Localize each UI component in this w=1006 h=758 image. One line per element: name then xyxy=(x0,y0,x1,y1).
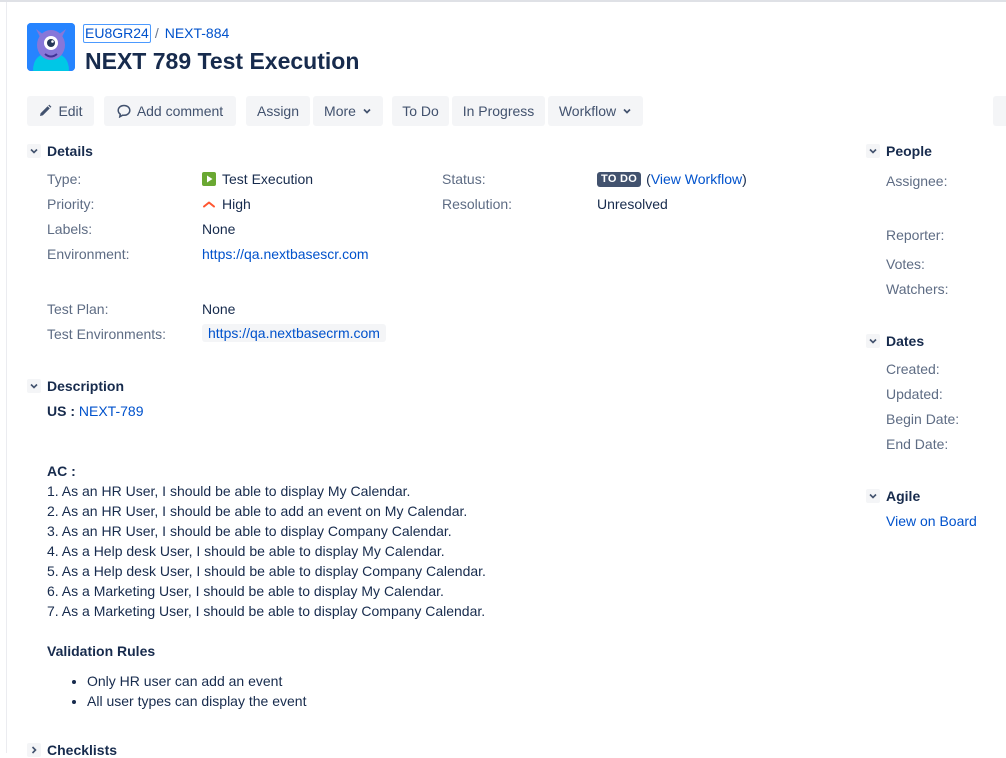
votes-label: Votes: xyxy=(886,256,925,272)
assign-button-label: Assign xyxy=(256,103,300,119)
ac-item: 1. As an HR User, I should be able to di… xyxy=(47,483,411,499)
people-section-header[interactable]: People xyxy=(866,143,932,159)
add-comment-button[interactable]: Add comment xyxy=(104,96,236,126)
validation-rules-heading: Validation Rules xyxy=(47,641,607,661)
assignee-label: Assignee: xyxy=(886,173,948,189)
chevron-down-icon xyxy=(27,144,41,158)
window-left-border xyxy=(6,2,7,753)
dates-section-header[interactable]: Dates xyxy=(866,333,924,349)
view-on-board-link[interactable]: View on Board xyxy=(886,513,977,529)
resolution-label: Resolution: xyxy=(442,196,513,212)
in-progress-button-label: In Progress xyxy=(462,103,535,119)
details-heading: Details xyxy=(47,143,93,159)
type-label: Type: xyxy=(47,171,82,187)
breadcrumb-separator: / xyxy=(154,25,159,41)
watchers-label: Watchers: xyxy=(886,281,949,297)
add-comment-button-label: Add comment xyxy=(136,103,224,119)
pencil-icon xyxy=(38,104,52,118)
reporter-label: Reporter: xyxy=(886,227,945,243)
breadcrumb-project-key[interactable]: EU8GR24 xyxy=(83,23,151,43)
ac-item: 6. As a Marketing User, I should be able… xyxy=(47,583,444,599)
user-story-label: US : xyxy=(47,403,75,419)
agile-section-header[interactable]: Agile xyxy=(866,488,920,504)
resolution-value: Unresolved xyxy=(597,196,668,212)
chevron-down-icon xyxy=(622,106,632,116)
edit-button[interactable]: Edit xyxy=(27,96,94,126)
status-label: Status: xyxy=(442,171,486,187)
agile-heading: Agile xyxy=(886,488,921,504)
to-do-button[interactable]: To Do xyxy=(392,96,449,126)
priority-value-text: High xyxy=(222,196,251,212)
workflow-button-label: Workflow xyxy=(558,103,617,119)
view-workflow-link[interactable]: View Workflow xyxy=(651,171,742,187)
environment-link[interactable]: https://qa.nextbasescr.com xyxy=(202,246,369,262)
user-story-link[interactable]: NEXT-789 xyxy=(79,403,144,419)
to-do-button-label: To Do xyxy=(402,103,439,119)
ac-item: 3. As an HR User, I should be able to di… xyxy=(47,523,452,539)
comment-icon xyxy=(117,104,131,118)
begin-date-label: Begin Date: xyxy=(886,411,960,427)
chevron-down-icon xyxy=(27,379,41,393)
project-avatar-icon[interactable] xyxy=(27,23,75,71)
status-badge: TO DO xyxy=(597,171,642,187)
toolbar-overflow-button[interactable] xyxy=(993,96,1006,126)
chevron-down-icon xyxy=(866,144,880,158)
description-body: US : NEXT-789 AC : 1. As an HR User, I s… xyxy=(47,401,607,711)
ac-item: 4. As a Help desk User, I should be able… xyxy=(47,543,445,559)
type-value-text: Test Execution xyxy=(222,171,314,187)
ac-item: 2. As an HR User, I should be able to ad… xyxy=(47,503,468,519)
type-value: Test Execution xyxy=(202,171,313,187)
test-plan-label: Test Plan: xyxy=(47,301,109,317)
checklists-section-header[interactable]: Checklists xyxy=(27,742,117,758)
chevron-down-icon xyxy=(866,334,880,348)
chevron-right-icon xyxy=(27,743,41,757)
test-execution-icon xyxy=(202,172,216,186)
details-section-header[interactable]: Details xyxy=(27,143,93,159)
acceptance-criteria-label: AC : xyxy=(47,463,76,479)
test-environments-label: Test Environments: xyxy=(47,326,167,342)
validation-rules-list: Only HR user can add an event All user t… xyxy=(47,671,607,711)
description-section-header[interactable]: Description xyxy=(27,378,124,394)
breadcrumb: EU8GR24 / NEXT-884 xyxy=(83,23,229,43)
validation-rule-item: Only HR user can add an event xyxy=(87,671,607,691)
edit-button-label: Edit xyxy=(58,103,83,119)
chevron-down-icon xyxy=(866,489,880,503)
test-plan-value: None xyxy=(202,301,236,317)
window-top-border xyxy=(0,0,1006,2)
in-progress-button[interactable]: In Progress xyxy=(452,96,545,126)
priority-value: High xyxy=(202,196,251,212)
checklists-heading: Checklists xyxy=(47,742,118,758)
updated-label: Updated: xyxy=(886,386,943,402)
labels-label: Labels: xyxy=(47,221,93,237)
end-date-label: End Date: xyxy=(886,436,949,452)
more-button[interactable]: More xyxy=(313,96,383,126)
environment-label: Environment: xyxy=(47,246,130,262)
more-button-label: More xyxy=(324,103,356,119)
status-value: TO DO (View Workflow) xyxy=(597,171,747,187)
assign-button[interactable]: Assign xyxy=(246,96,310,126)
breadcrumb-parent-issue[interactable]: NEXT-884 xyxy=(165,25,230,41)
acceptance-criteria-heading: AC : xyxy=(47,461,607,481)
user-story-line: US : NEXT-789 xyxy=(47,401,607,421)
priority-label: Priority: xyxy=(47,196,95,212)
people-heading: People xyxy=(886,143,932,159)
created-label: Created: xyxy=(886,361,940,377)
status-paren-close: ) xyxy=(742,171,747,187)
workflow-button[interactable]: Workflow xyxy=(548,96,643,126)
validation-rule-item: All user types can display the event xyxy=(87,691,607,711)
validation-rules-label: Validation Rules xyxy=(47,643,156,659)
ac-item: 5. As a Help desk User, I should be able… xyxy=(47,563,486,579)
page-title: NEXT 789 Test Execution xyxy=(85,48,360,74)
description-heading: Description xyxy=(47,378,125,394)
ac-item: 7. As a Marketing User, I should be able… xyxy=(47,603,486,619)
test-environments-value: https://qa.nextbasecrm.com xyxy=(202,324,386,342)
priority-high-icon xyxy=(202,197,216,211)
chevron-down-icon xyxy=(362,106,372,116)
labels-value: None xyxy=(202,221,236,237)
dates-heading: Dates xyxy=(886,333,925,349)
test-environment-chip[interactable]: https://qa.nextbasecrm.com xyxy=(202,324,386,342)
